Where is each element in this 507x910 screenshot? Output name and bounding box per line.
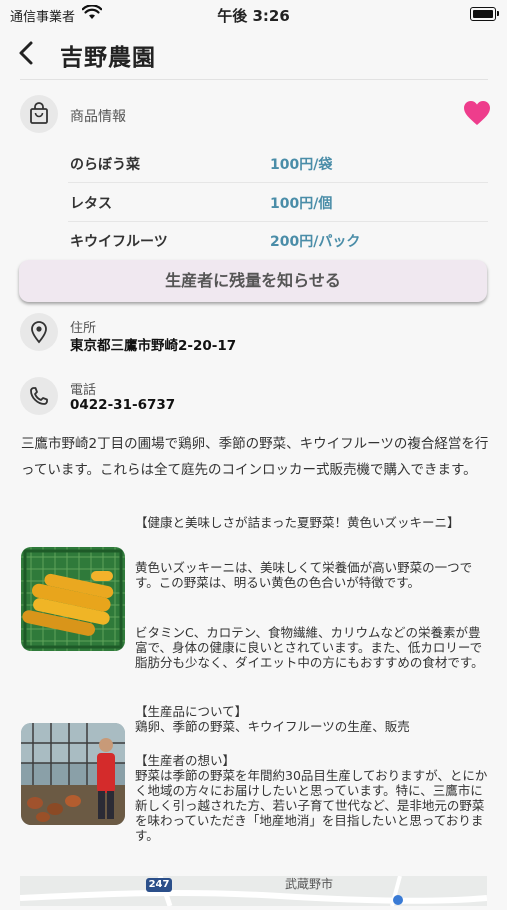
status-bar: 通信事業者 午後 3:26 <box>0 0 507 30</box>
product-info-label: 商品情報 <box>70 109 126 125</box>
phone-number[interactable]: 0422-31-6737 <box>70 397 175 413</box>
zucchini-photo <box>21 547 125 651</box>
divider <box>20 79 488 80</box>
product-name: レタス <box>70 196 112 212</box>
page-title: 吉野農園 <box>60 45 156 71</box>
article-heading: 【健康と美味しさが詰まった夏野菜！黄色いズッキーニ】 <box>135 515 460 530</box>
clock: 午後 3:26 <box>217 7 290 25</box>
farm-description: 三鷹市野崎2丁目の圃場で鶏卵、季節の野菜、キウイフルーツの複合経営を行っています… <box>21 436 489 478</box>
article-paragraph: 野菜は季節の野菜を年間約30品目生産しておりますが、とにかく地域の方々にお届けし… <box>135 768 488 843</box>
article-paragraph: ビタミンC、カロテン、食物繊維、カリウムなどの栄養素が豊富で、身体の健康に良いと… <box>135 625 484 670</box>
phone-icon <box>20 377 58 415</box>
article-paragraph: 黄色いズッキーニは、美味しくて栄養価が高い野菜の一つです。この野菜は、明るい黄色… <box>135 560 473 590</box>
product-row: のらぼう菜 100円/袋 <box>68 144 488 183</box>
product-price: 200円/パック <box>270 234 361 250</box>
shopping-bag-icon <box>20 95 58 133</box>
location-pin-icon <box>20 313 58 351</box>
product-row: キウイフルーツ 200円/パック <box>68 221 488 259</box>
article-paragraph: 鶏卵、季節の野菜、キウイフルーツの生産、販売 <box>135 719 410 734</box>
article-heading: 【生産品について】 <box>135 704 248 719</box>
product-row: レタス 100円/個 <box>68 183 488 222</box>
map-road-number: 247 <box>146 878 172 892</box>
battery-icon <box>470 7 499 21</box>
phone-label: 電話 <box>70 383 97 398</box>
product-name: キウイフルーツ <box>70 234 168 250</box>
article-heading: 【生産者の想い】 <box>135 753 236 768</box>
farmer-photo <box>21 723 125 825</box>
back-chevron-icon[interactable] <box>14 38 40 68</box>
map-view[interactable]: 247 武蔵野市 <box>19 875 488 907</box>
address-value[interactable]: 東京都三鷹市野崎2-20-17 <box>70 334 236 354</box>
product-price: 100円/袋 <box>270 157 333 173</box>
product-price: 100円/個 <box>270 196 333 212</box>
notify-producer-button[interactable]: 生産者に残量を知らせる <box>19 260 487 302</box>
map-place-label: 武蔵野市 <box>285 877 334 891</box>
product-name: のらぼう菜 <box>70 157 140 173</box>
heart-favorite-icon[interactable] <box>463 100 491 126</box>
